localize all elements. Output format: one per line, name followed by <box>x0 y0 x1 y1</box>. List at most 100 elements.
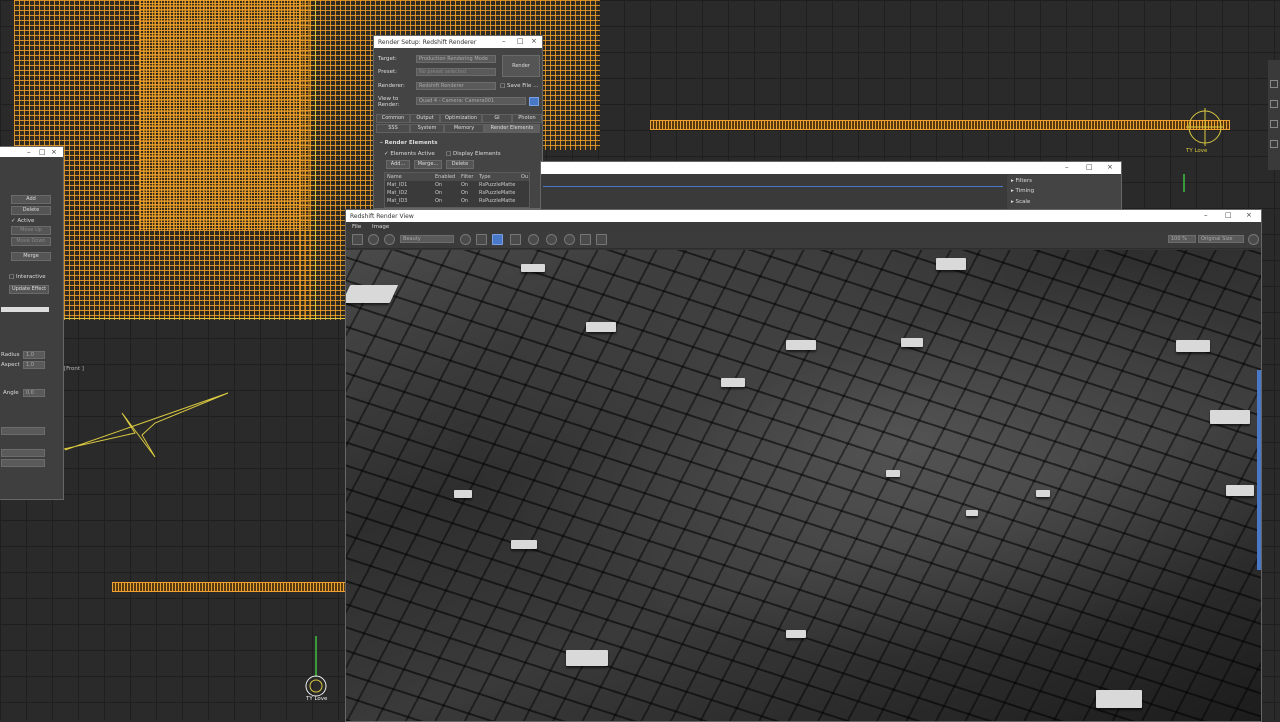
strip-icon-2[interactable] <box>1270 100 1278 108</box>
render-setup-titlebar[interactable]: Render Setup: Redshift Renderer – □ × <box>374 36 542 48</box>
maximize-icon[interactable]: □ <box>1225 211 1232 219</box>
render-elements-rollout[interactable]: – Render Elements <box>380 140 438 146</box>
menu-image[interactable]: Image <box>372 224 389 230</box>
col-enabled[interactable]: Enabled <box>435 174 455 180</box>
tab-render-elements[interactable]: Render Elements <box>484 124 540 133</box>
crop-icon[interactable] <box>476 234 487 245</box>
sun-icon[interactable] <box>546 234 557 245</box>
render-view-toolbar: Beauty 100 % Original Size <box>346 231 1261 249</box>
snapshot-icon[interactable] <box>580 234 591 245</box>
strip-icon-3[interactable] <box>1270 120 1278 128</box>
tab-system[interactable]: System <box>410 124 444 133</box>
rollout-timing[interactable]: ▸ Timing <box>1011 188 1034 194</box>
target-label: Target: <box>378 56 397 62</box>
record-icon[interactable] <box>368 234 379 245</box>
col-output[interactable]: Ou <box>521 174 528 180</box>
active-checkbox[interactable]: ✓ Active <box>11 218 34 224</box>
delete-element-button[interactable]: Delete <box>446 160 474 169</box>
tab-common[interactable]: Common <box>376 114 410 123</box>
merge-element-button[interactable]: Merge... <box>414 160 442 169</box>
menu-file[interactable]: File <box>352 224 361 230</box>
strip-icon-4[interactable] <box>1270 140 1278 148</box>
col-filter[interactable]: Filter <box>461 174 473 180</box>
close-icon[interactable]: × <box>1246 211 1252 219</box>
elements-active-checkbox[interactable]: ✓ Elements Active <box>384 151 435 157</box>
stop-icon[interactable] <box>384 234 395 245</box>
tab-memory[interactable]: Memory <box>444 124 484 133</box>
row-filter: On <box>461 190 469 196</box>
add-element-button[interactable]: Add... <box>386 160 410 169</box>
close-icon[interactable]: × <box>531 37 537 45</box>
zoom-dropdown[interactable]: 100 % <box>1168 235 1196 243</box>
renderer-dropdown[interactable]: Redshift Renderer <box>416 82 496 90</box>
table-row[interactable]: Mat_ID3 On On RsPuzzleMatte <box>385 198 529 206</box>
tab-sss[interactable]: SSS <box>376 124 410 133</box>
minimize-icon[interactable]: – <box>27 148 31 156</box>
table-row[interactable]: Mat_ID2 On On RsPuzzleMatte <box>385 190 529 198</box>
tab-photon[interactable]: Photon <box>512 114 542 123</box>
render-view-menubar: File Image <box>346 222 1261 231</box>
background-window: – □ × ▸ Filters ▸ Timing ▸ Scale <box>540 161 1122 211</box>
tab-output[interactable]: Output <box>410 114 440 123</box>
render-button[interactable]: Render <box>502 55 540 77</box>
save-file-checkbox[interactable]: □ Save File … <box>500 83 539 89</box>
region-icon[interactable] <box>492 234 503 245</box>
interactive-checkbox[interactable]: □ Interactive <box>9 274 46 280</box>
move-up-button[interactable]: Move Up <box>11 226 51 235</box>
maximize-icon[interactable]: □ <box>39 148 46 156</box>
tab-gi[interactable]: GI <box>482 114 512 123</box>
target-dropdown[interactable]: Production Rendering Mode <box>416 55 496 63</box>
delete-button[interactable]: Delete <box>11 206 51 215</box>
left-panel-titlebar[interactable]: – □ × <box>0 147 63 157</box>
view-to-render-dropdown[interactable]: Quad 4 - Camera: Camera001 <box>416 97 526 105</box>
circle-icon[interactable] <box>564 234 575 245</box>
table-row[interactable]: Mat_ID1 On On RsPuzzleMatte <box>385 182 529 190</box>
chip <box>346 285 399 303</box>
refresh-icon[interactable] <box>460 234 471 245</box>
aov-dropdown[interactable]: Beauty <box>400 235 454 243</box>
col-type[interactable]: Type <box>479 174 490 180</box>
maximize-icon[interactable]: □ <box>517 37 524 45</box>
radius-spinner[interactable]: 1.0 <box>23 351 45 359</box>
preset-dropdown[interactable]: No preset selected <box>416 68 496 76</box>
render-view-titlebar[interactable]: Redshift Render View – □ × <box>346 210 1261 222</box>
merge-button[interactable]: Merge <box>11 252 51 261</box>
aspect-spinner[interactable]: 1.0 <box>23 361 45 369</box>
row-type: RsPuzzleMatte <box>479 190 516 196</box>
size-dropdown[interactable]: Original Size <box>1198 235 1244 243</box>
maximize-icon[interactable]: □ <box>1086 163 1093 171</box>
save-image-icon[interactable] <box>352 234 363 245</box>
display-elements-checkbox[interactable]: □ Display Elements <box>446 151 501 157</box>
display-elements-label: Display Elements <box>452 151 501 157</box>
rollout-filters[interactable]: ▸ Filters <box>1011 178 1032 184</box>
update-effect-button[interactable]: Update Effect <box>9 285 49 294</box>
render-view-scrollbar[interactable] <box>1257 370 1261 570</box>
minimize-icon[interactable]: – <box>1204 211 1208 219</box>
viewport-label[interactable]: [Front ] <box>64 366 84 372</box>
row-enabled: On <box>435 190 443 196</box>
col-name[interactable]: Name <box>387 174 402 180</box>
move-down-button[interactable]: Move Down <box>11 237 51 246</box>
snowflake-icon[interactable] <box>528 234 539 245</box>
render-image[interactable] <box>346 250 1261 721</box>
chip <box>1036 490 1050 497</box>
left-dropdown[interactable] <box>1 427 45 435</box>
minimize-icon[interactable]: – <box>1065 163 1069 171</box>
settings-gear-icon[interactable] <box>1248 234 1259 245</box>
strip-icon-1[interactable] <box>1270 80 1278 88</box>
angle-spinner[interactable]: 0.0 <box>23 389 45 397</box>
add-button[interactable]: Add <box>11 195 51 204</box>
tab-optimization[interactable]: Optimization <box>440 114 482 123</box>
effect-progress-bar <box>1 307 49 312</box>
left-field-bottom[interactable] <box>1 459 45 467</box>
lock-view-icon[interactable] <box>529 97 539 106</box>
left-field-lower[interactable] <box>1 449 45 457</box>
rollout-scale[interactable]: ▸ Scale <box>1011 199 1030 205</box>
minimize-icon[interactable]: – <box>502 37 506 45</box>
grid-icon[interactable] <box>510 234 521 245</box>
background-window-titlebar[interactable]: – □ × <box>541 162 1121 174</box>
compare-icon[interactable] <box>596 234 607 245</box>
close-icon[interactable]: × <box>51 148 57 156</box>
close-icon[interactable]: × <box>1107 163 1113 171</box>
row-filter: On <box>461 182 469 188</box>
